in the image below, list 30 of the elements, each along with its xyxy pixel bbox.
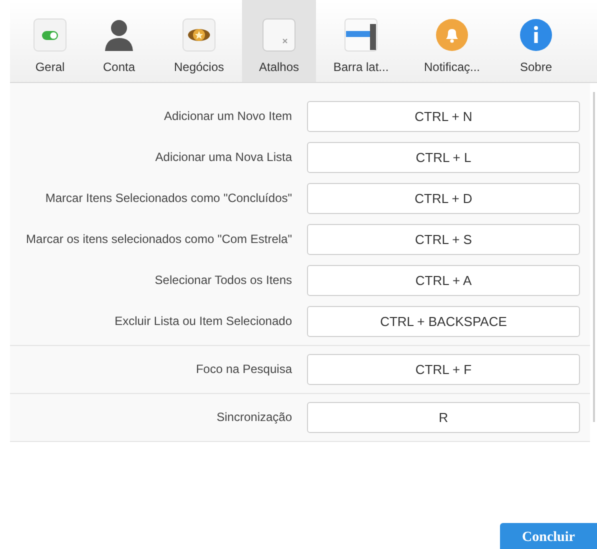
settings-tab[interactable]: Conta xyxy=(82,0,156,82)
shortcut-label: Sincronização xyxy=(216,410,292,425)
shortcut-field[interactable]: CTRL + S xyxy=(307,224,580,255)
info-icon xyxy=(519,18,553,52)
settings-tab[interactable]: Sobre xyxy=(498,0,574,82)
shortcut-field[interactable]: CTRL + N xyxy=(307,101,580,132)
shortcut-label: Marcar os itens selecionados como "Com Estrela" xyxy=(25,232,292,247)
toggle-icon xyxy=(33,18,67,52)
settings-tab[interactable]: Notificaç... xyxy=(406,0,498,82)
person-icon xyxy=(102,18,136,52)
settings-tab[interactable]: Negócios xyxy=(156,0,242,82)
shortcut-field[interactable]: R xyxy=(307,402,580,433)
shortcut-field[interactable]: CTRL + BACKSPACE xyxy=(307,306,580,337)
sidebar-icon xyxy=(344,18,378,52)
keyboard-key-icon xyxy=(262,18,296,52)
shortcut-field[interactable]: CTRL + D xyxy=(307,183,580,214)
bell-icon xyxy=(435,18,469,52)
shortcut-field[interactable]: CTRL + A xyxy=(307,265,580,296)
badge-icon xyxy=(182,18,216,52)
settings-tab[interactable]: Barra lat... xyxy=(316,0,406,82)
shortcut-label: Excluir Lista ou Item Selecionado xyxy=(114,314,292,329)
shortcut-label: Foco na Pesquisa xyxy=(194,362,292,377)
shortcut-field[interactable]: CTRL + F xyxy=(307,354,580,385)
shortcut-label: Selecionar Todos os Itens xyxy=(154,273,292,288)
settings-tab[interactable]: Geral xyxy=(18,0,82,82)
shortcut-label: Adicionar uma Nova Lista xyxy=(154,150,292,165)
shortcut-label: Adicionar um Novo Item xyxy=(162,109,292,124)
settings-tab[interactable]: Atalhos xyxy=(242,0,316,82)
shortcut-label: Marcar Itens Selecionados como "Concluídos" xyxy=(44,191,292,206)
shortcut-field[interactable]: CTRL + L xyxy=(307,142,580,173)
